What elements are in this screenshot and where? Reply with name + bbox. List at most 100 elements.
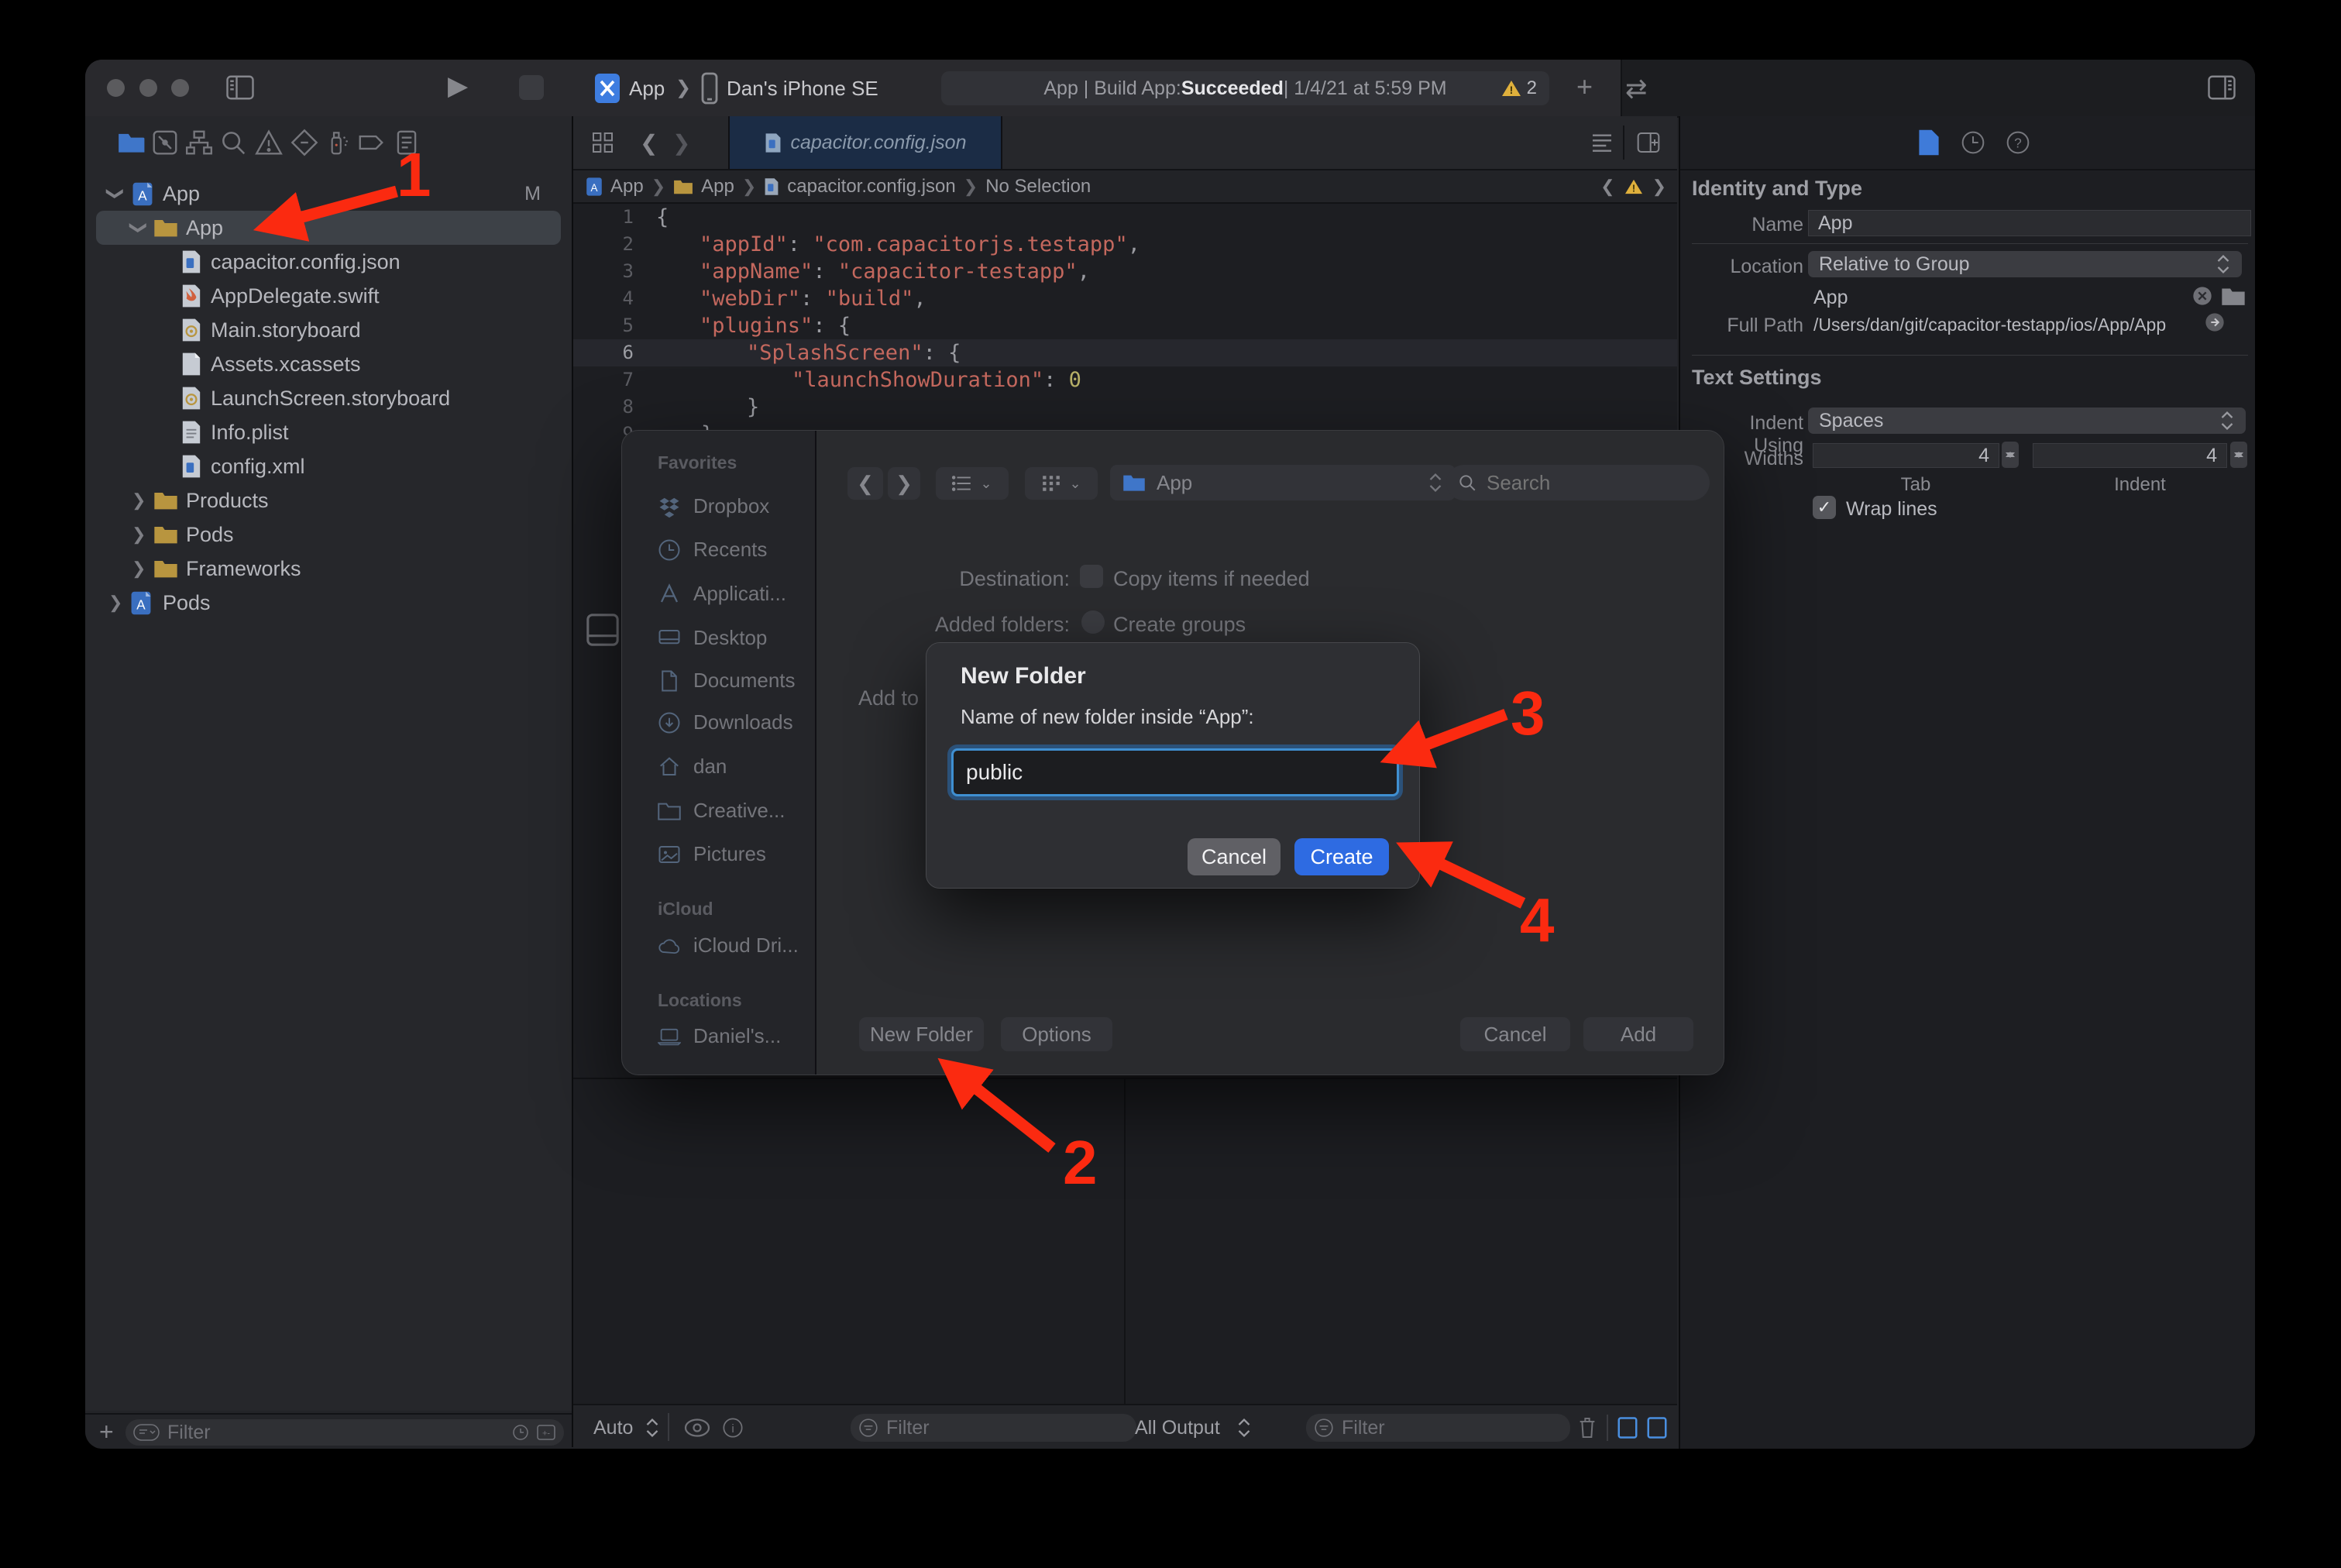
- dialog-cancel-button[interactable]: Cancel: [1188, 838, 1281, 875]
- copy-items-checkbox[interactable]: [1080, 565, 1103, 588]
- trash-icon[interactable]: [1576, 1415, 1598, 1440]
- navigator-filter-field[interactable]: +-: [125, 1419, 564, 1446]
- jumpbar-item-project[interactable]: App: [610, 176, 644, 198]
- tree-row-app-folder[interactable]: ❯ App: [85, 211, 572, 245]
- current-folder-popup[interactable]: App: [1110, 465, 1456, 500]
- sidebar-item-applications[interactable]: Applicati...: [658, 582, 786, 606]
- disclosure-chevron-icon[interactable]: ❯: [132, 559, 146, 579]
- next-issue-icon[interactable]: ❯: [1652, 177, 1666, 197]
- new-folder-button[interactable]: New Folder: [859, 1017, 984, 1051]
- show-variables-view-icon[interactable]: [1617, 1416, 1638, 1439]
- debug-area-toggle-icon[interactable]: [585, 610, 620, 650]
- disclosure-chevron-icon[interactable]: ❯: [105, 187, 125, 201]
- sheet-search-input[interactable]: [1485, 470, 1643, 496]
- minimap-icon[interactable]: [1590, 130, 1614, 155]
- wrap-lines-checkbox[interactable]: ✓: [1813, 496, 1836, 519]
- indent-using-popup[interactable]: Spaces: [1808, 407, 2246, 434]
- sidebar-item-recents[interactable]: Recents: [658, 538, 767, 562]
- sidebar-item-daniels-mac[interactable]: Daniel's...: [658, 1024, 781, 1048]
- tree-row-capacitor-config[interactable]: capacitor.config.json: [85, 245, 572, 279]
- scheme-name[interactable]: App: [629, 77, 665, 101]
- previous-issue-icon[interactable]: ❮: [1600, 177, 1614, 197]
- stop-button[interactable]: [519, 75, 544, 100]
- history-inspector-icon[interactable]: [1961, 130, 1985, 155]
- jumpbar-item-selection[interactable]: No Selection: [985, 176, 1091, 198]
- activity-view[interactable]: App | Build App: Succeeded | 1/4/21 at 5…: [941, 71, 1549, 105]
- open-path-arrow-icon[interactable]: [2204, 311, 2226, 333]
- sidebar-item-desktop[interactable]: Desktop: [658, 626, 767, 650]
- toggle-navigator-icon[interactable]: [226, 75, 254, 100]
- indent-width-stepper[interactable]: [2230, 442, 2247, 468]
- sheet-forward-button[interactable]: ❯: [888, 467, 920, 500]
- test-navigator-icon[interactable]: [322, 128, 352, 157]
- sheet-add-button[interactable]: Add: [1583, 1017, 1693, 1051]
- debug-console-divider[interactable]: [1124, 1078, 1126, 1449]
- tree-row-launchscreen[interactable]: LaunchScreen.storyboard: [85, 381, 572, 415]
- scheme-app-icon[interactable]: [593, 72, 621, 105]
- tree-row-pods-group[interactable]: ❯ Pods: [85, 518, 572, 552]
- library-add-icon[interactable]: +: [1576, 70, 1593, 103]
- tree-row-infoplist[interactable]: Info.plist: [85, 415, 572, 449]
- minimize-window-button[interactable]: [139, 79, 157, 97]
- sidebar-item-creative[interactable]: Creative...: [658, 799, 785, 823]
- close-window-button[interactable]: [107, 79, 125, 97]
- version-editor-icon[interactable]: ⇄: [1625, 74, 1648, 105]
- tree-row-assets[interactable]: Assets.xcassets: [85, 347, 572, 381]
- tree-row-project-app[interactable]: ❯ A App M: [85, 177, 572, 211]
- related-items-icon[interactable]: [590, 130, 615, 155]
- disclosure-chevron-icon[interactable]: ❯: [108, 593, 122, 613]
- tree-row-frameworks[interactable]: ❯ Frameworks: [85, 552, 572, 586]
- dialog-create-button[interactable]: Create: [1294, 838, 1389, 875]
- sidebar-item-pictures[interactable]: Pictures: [658, 842, 766, 866]
- disclosure-chevron-icon[interactable]: ❯: [132, 524, 146, 545]
- variables-filter-input[interactable]: [885, 1416, 1050, 1440]
- tree-row-main-storyboard[interactable]: Main.storyboard: [85, 313, 572, 347]
- tree-row-pods-project[interactable]: ❯ A Pods: [85, 586, 572, 620]
- sidebar-item-dropbox[interactable]: Dropbox: [658, 494, 769, 518]
- zoom-window-button[interactable]: [171, 79, 189, 97]
- console-filter-field[interactable]: [1306, 1414, 1570, 1442]
- sheet-back-button[interactable]: ❮: [847, 467, 883, 500]
- editor-tab-capacitor-config[interactable]: capacitor.config.json: [728, 116, 1002, 169]
- disclosure-chevron-icon[interactable]: ❯: [129, 221, 149, 235]
- file-inspector-icon[interactable]: [1917, 129, 1941, 156]
- back-icon[interactable]: ❮: [640, 130, 658, 156]
- indent-width-field[interactable]: 4: [2033, 443, 2227, 468]
- folder-name-input[interactable]: [951, 748, 1399, 796]
- sidebar-item-downloads[interactable]: Downloads: [658, 710, 793, 734]
- options-button[interactable]: Options: [1001, 1017, 1112, 1051]
- tree-row-appdelegate[interactable]: AppDelegate.swift: [85, 279, 572, 313]
- variables-filter-field[interactable]: [851, 1414, 1136, 1442]
- add-editor-icon[interactable]: [1636, 130, 1661, 155]
- jumpbar-item-group[interactable]: App: [701, 176, 734, 198]
- sheet-cancel-button[interactable]: Cancel: [1460, 1017, 1570, 1051]
- sidebar-item-home[interactable]: dan: [658, 755, 727, 779]
- info-icon[interactable]: i: [722, 1417, 744, 1439]
- create-groups-radio[interactable]: [1081, 610, 1105, 634]
- warning-triangle-icon[interactable]: !: [1624, 178, 1643, 195]
- add-file-icon[interactable]: +: [99, 1418, 114, 1446]
- issue-navigator-icon[interactable]: [254, 128, 284, 157]
- console-filter-input[interactable]: [1340, 1416, 1493, 1440]
- disclosure-chevron-icon[interactable]: ❯: [132, 490, 146, 511]
- sidebar-item-icloud-drive[interactable]: iCloud Dri...: [658, 934, 799, 958]
- warning-badge[interactable]: ! 2: [1501, 77, 1537, 99]
- list-view-button[interactable]: ⌄: [936, 467, 1009, 500]
- symbol-navigator-icon[interactable]: [184, 128, 214, 157]
- console-scope[interactable]: All Output: [1135, 1417, 1220, 1439]
- breakpoint-navigator-icon[interactable]: [290, 128, 319, 157]
- sidebar-item-documents[interactable]: Documents: [658, 669, 796, 693]
- tree-row-configxml[interactable]: config.xml: [85, 449, 572, 483]
- run-destination[interactable]: Dan's iPhone SE: [727, 77, 878, 101]
- sheet-search-field[interactable]: [1446, 465, 1710, 500]
- tab-width-field[interactable]: 4: [1813, 443, 1999, 468]
- jumpbar-item-file[interactable]: capacitor.config.json: [787, 176, 955, 198]
- run-button[interactable]: ▶: [448, 70, 468, 101]
- eye-icon[interactable]: [683, 1418, 711, 1438]
- clear-location-icon[interactable]: [2191, 285, 2213, 307]
- tag-navigator-icon[interactable]: [356, 128, 386, 157]
- forward-icon[interactable]: ❯: [672, 130, 690, 156]
- group-view-button[interactable]: ⌄: [1025, 467, 1098, 500]
- tree-row-products[interactable]: ❯ Products: [85, 483, 572, 518]
- choose-folder-icon[interactable]: [2221, 286, 2246, 307]
